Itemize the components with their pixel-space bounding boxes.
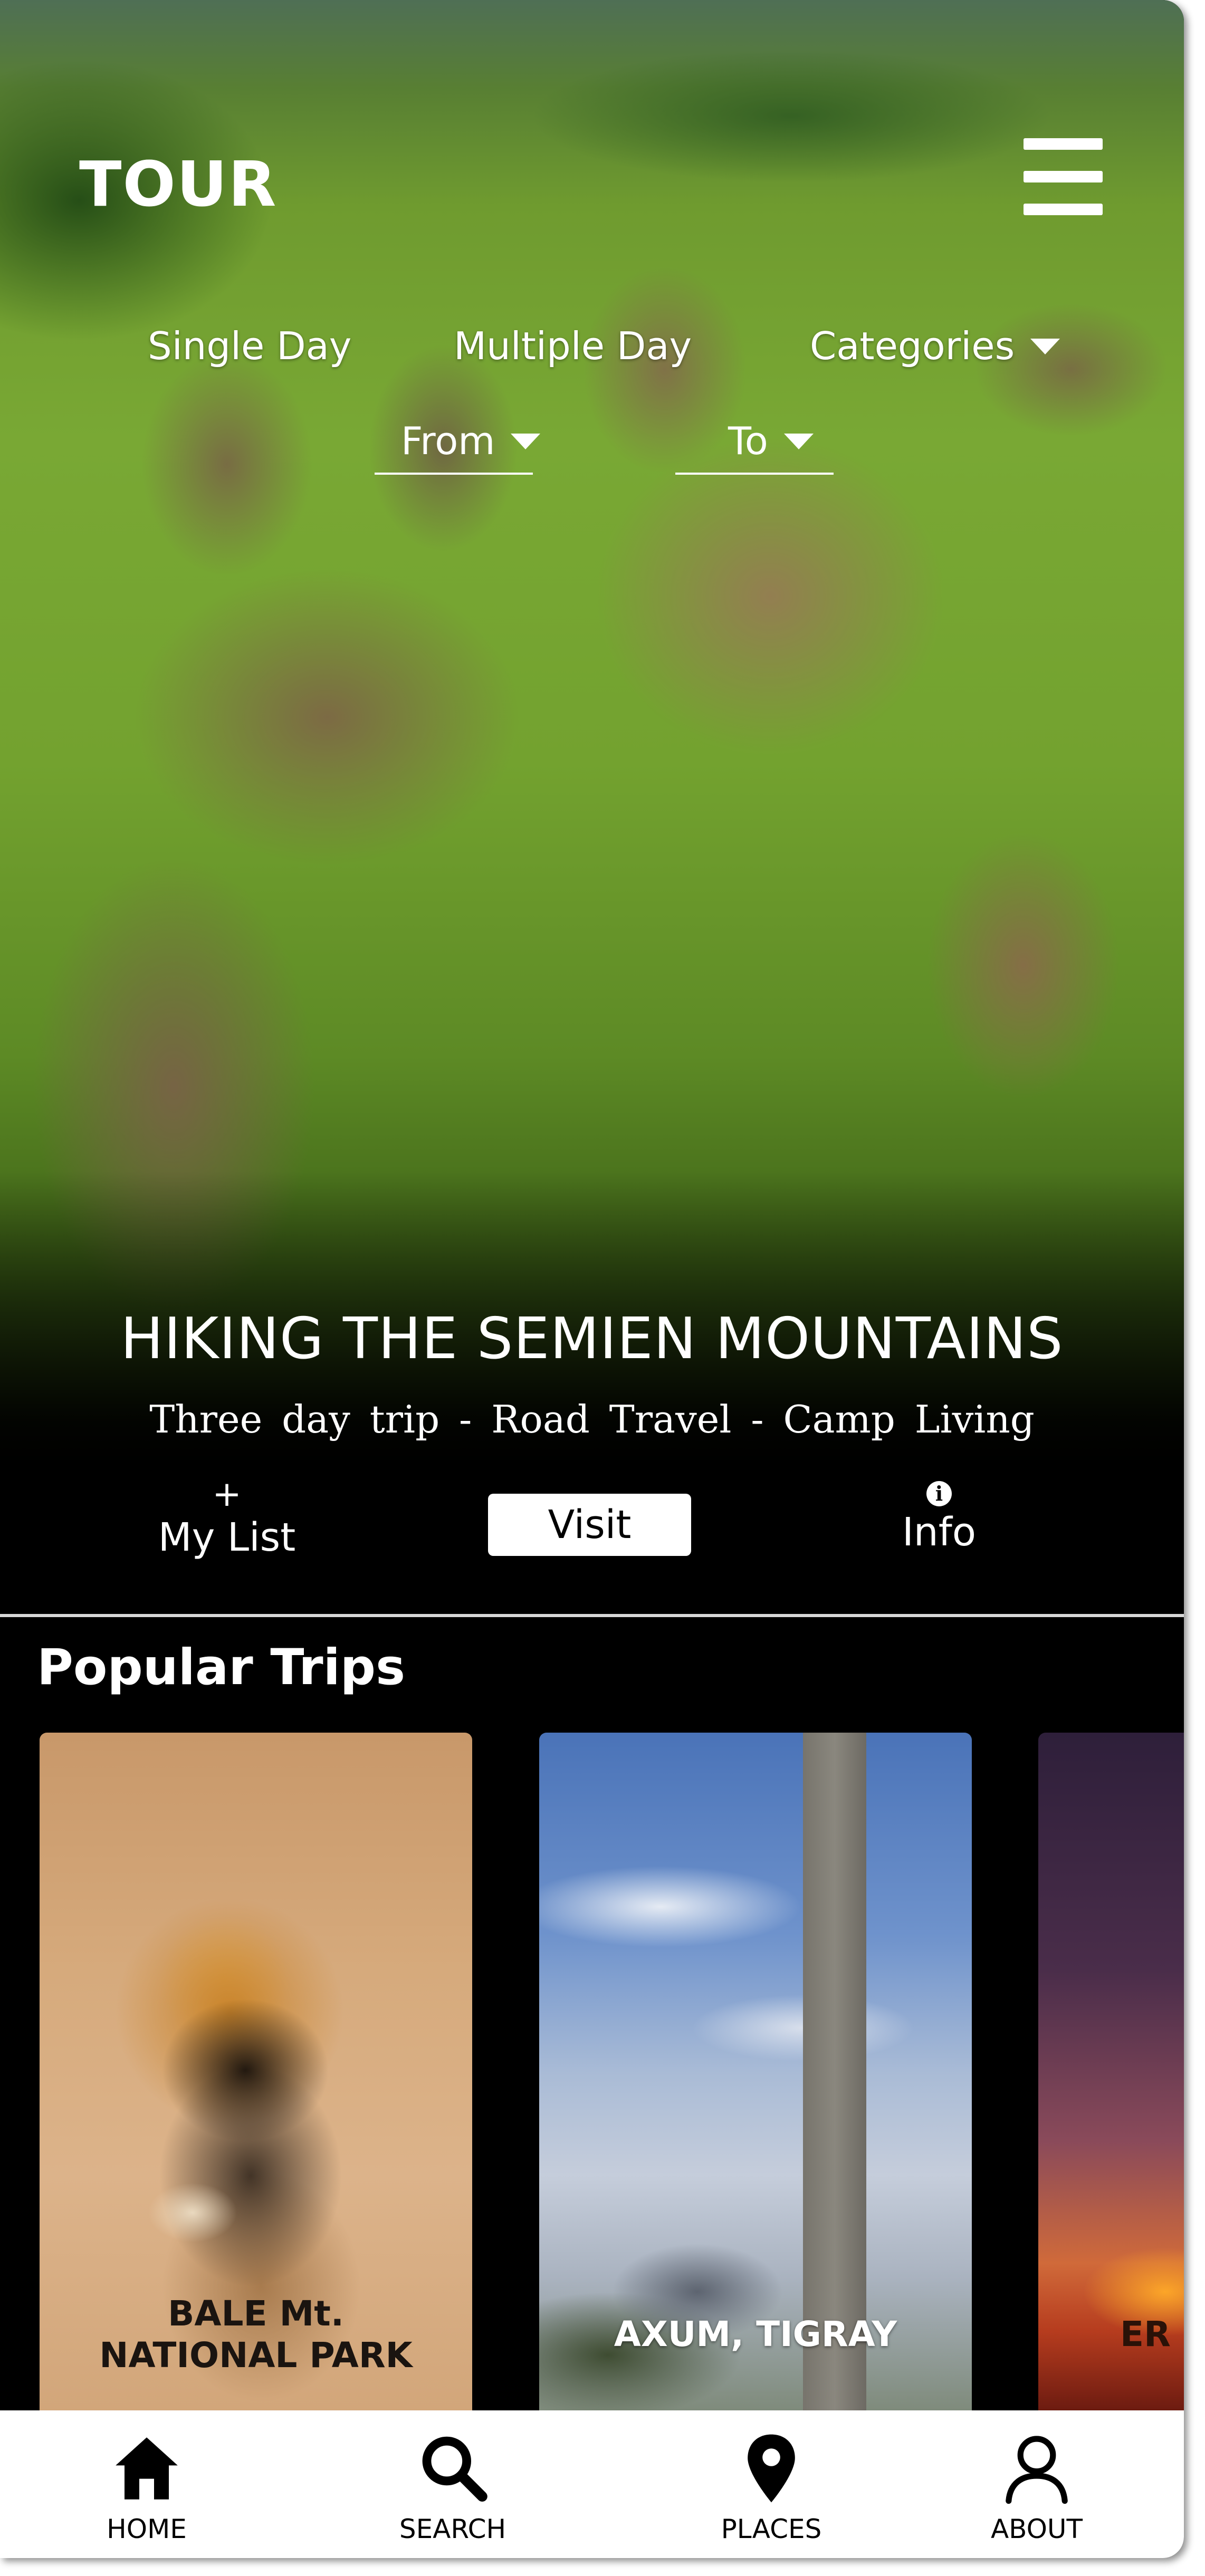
nav-item-home[interactable]: HOME — [68, 2431, 226, 2548]
tab-single-day[interactable]: Single Day — [148, 327, 351, 365]
app-screen: TOUR Single Day Multiple Day Categories … — [0, 0, 1184, 2558]
bottom-nav: HOME SEARCH PLACES ABOUT — [0, 2410, 1184, 2558]
trip-card-label: BALE Mt. NATIONAL PARK — [99, 2293, 413, 2376]
nav-label-about: ABOUT — [990, 2514, 1083, 2544]
nav-label-places: PLACES — [721, 2514, 822, 2544]
categories-label: Categories — [810, 324, 1015, 368]
trip-card-axum[interactable]: AXUM, TIGRAY — [539, 1733, 972, 2413]
nav-label-home: HOME — [107, 2514, 187, 2544]
info-label: Info — [902, 1510, 977, 1555]
hero-banner[interactable]: TOUR Single Day Multiple Day Categories … — [0, 0, 1184, 1466]
my-list-label: My List — [158, 1515, 296, 1560]
hamburger-menu-icon[interactable] — [1018, 138, 1108, 217]
trip-card-bale[interactable]: BALE Mt. NATIONAL PARK — [40, 1733, 472, 2413]
chevron-down-icon — [511, 434, 541, 450]
nav-label-search: SEARCH — [399, 2514, 506, 2544]
from-label: From — [401, 419, 495, 463]
to-label: To — [728, 419, 768, 463]
trip-card-partial[interactable]: ER — [1038, 1733, 1184, 2413]
section-divider — [0, 1614, 1184, 1617]
visit-button[interactable]: Visit — [488, 1494, 691, 1556]
menu-bar — [1024, 171, 1103, 182]
categories-dropdown[interactable]: Categories — [810, 327, 1060, 365]
popular-trips-heading: Popular Trips — [37, 1639, 406, 1696]
to-date-select[interactable]: To — [675, 422, 834, 475]
hero-subtitle: Three day trip - Road Travel - Camp Livi… — [149, 1397, 1035, 1441]
nav-item-places[interactable]: PLACES — [692, 2431, 850, 2548]
trip-card-label: ER — [1120, 2313, 1171, 2354]
plus-icon: + — [212, 1474, 242, 1514]
trip-card-label: AXUM, TIGRAY — [614, 2313, 897, 2354]
hero-title: HIKING THE SEMIEN MOUNTAINS — [120, 1306, 1064, 1372]
search-icon — [422, 2436, 487, 2502]
map-pin-icon — [748, 2434, 795, 2503]
tab-multiple-day[interactable]: Multiple Day — [454, 327, 692, 365]
chevron-down-icon — [783, 434, 814, 450]
info-button[interactable]: i Info — [834, 1472, 1045, 1552]
nav-item-about[interactable]: ABOUT — [958, 2431, 1116, 2548]
user-icon — [1006, 2436, 1068, 2504]
from-date-select[interactable]: From — [375, 419, 541, 475]
info-icon: i — [926, 1481, 952, 1506]
home-icon — [116, 2437, 178, 2500]
nav-item-search[interactable]: SEARCH — [374, 2431, 532, 2548]
my-list-button[interactable]: + My List — [121, 1474, 332, 1560]
menu-bar — [1024, 138, 1103, 150]
chevron-down-icon — [1030, 339, 1060, 355]
app-logo: TOUR — [79, 148, 278, 220]
menu-bar — [1024, 204, 1103, 215]
info-icon-wrap: i — [834, 1472, 1045, 1508]
